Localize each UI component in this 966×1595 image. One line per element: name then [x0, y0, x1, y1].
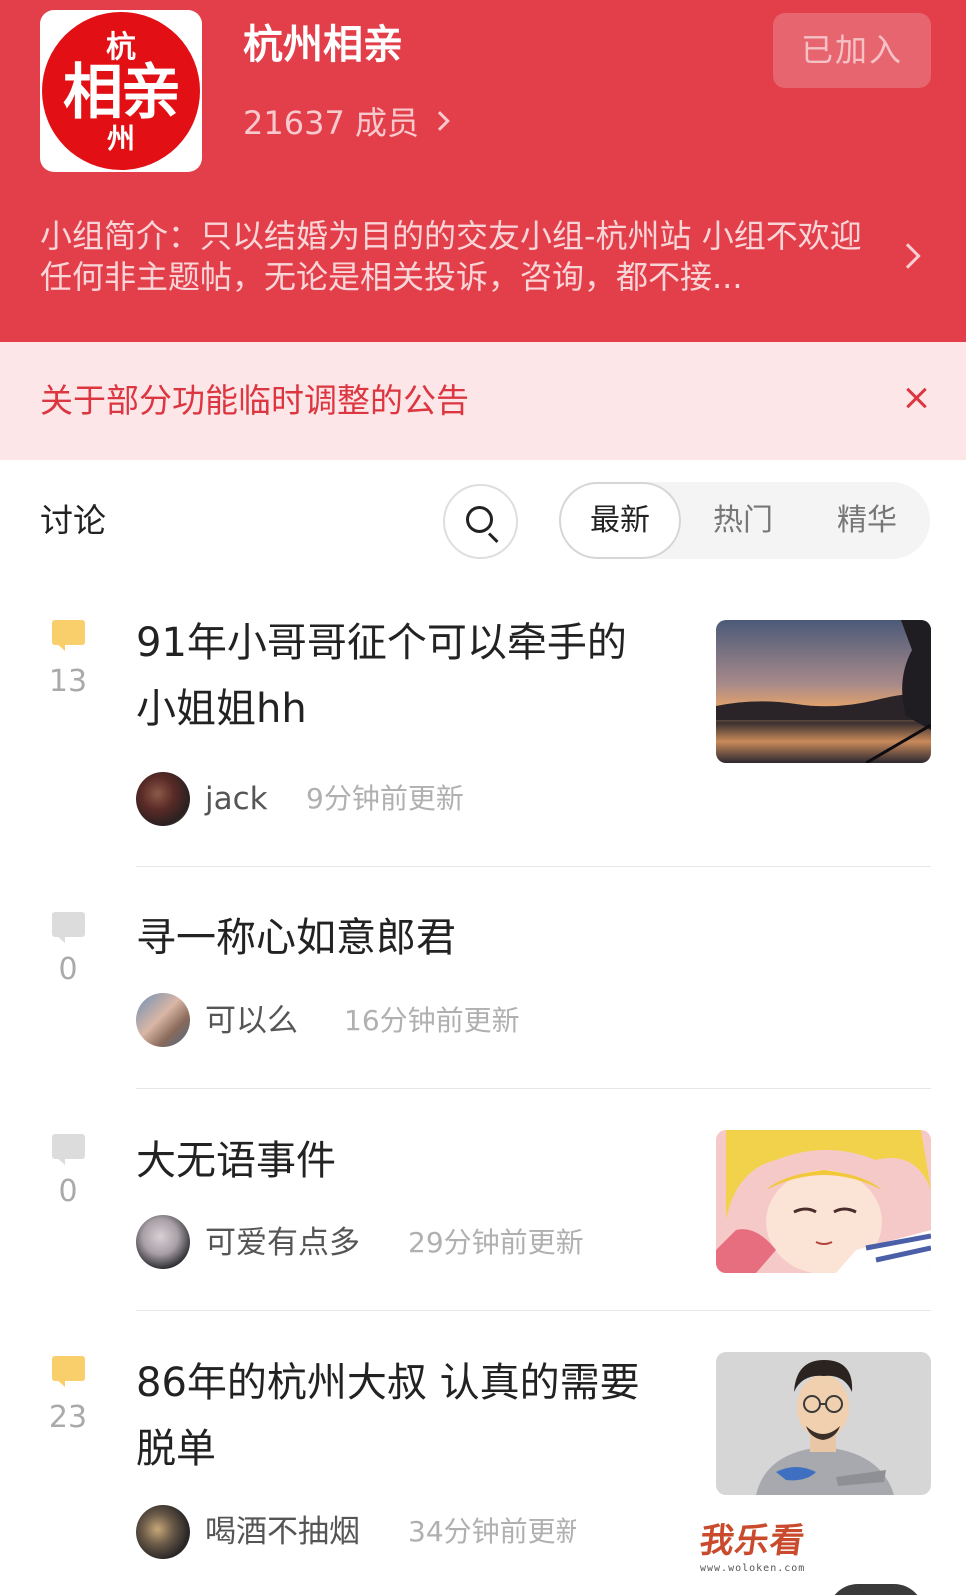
floating-button-edge[interactable] — [828, 1584, 924, 1595]
search-icon-handle — [487, 532, 499, 544]
group-name: 杭州相亲 — [243, 22, 403, 68]
anime-girl-image — [716, 1130, 931, 1273]
comment-bubble-icon — [52, 1356, 85, 1387]
post-title-line2[interactable]: 脱单 — [136, 1416, 216, 1482]
post-title[interactable]: 91年小哥哥征个可以牵手的 — [136, 610, 627, 676]
update-time: 16分钟前更新 — [344, 1004, 520, 1037]
avatar[interactable] — [136, 1215, 190, 1269]
logo-text-main: 相亲 — [63, 58, 181, 128]
watermark-text: 我乐看 — [697, 1521, 808, 1561]
post-thumbnail[interactable] — [716, 620, 931, 763]
update-time: 9分钟前更新 — [306, 782, 464, 815]
post-title[interactable]: 寻一称心如意郎君 — [136, 905, 456, 971]
sort-tabs: 最新 热门 精华 — [559, 482, 930, 559]
comment-count: 0 — [58, 952, 78, 987]
comment-bubble-icon — [52, 912, 85, 943]
avatar[interactable] — [136, 1505, 190, 1559]
comment-count: 0 — [58, 1174, 78, 1209]
avatar[interactable] — [136, 993, 190, 1047]
divider — [136, 1310, 931, 1311]
tab-featured[interactable]: 精华 — [805, 482, 929, 559]
chevron-right-icon — [430, 111, 450, 131]
avatar[interactable] — [136, 772, 190, 826]
divider — [136, 866, 931, 867]
watermark-url: www.woloken.com — [700, 1563, 806, 1574]
post-title[interactable]: 86年的杭州大叔 认真的需要 — [136, 1350, 640, 1416]
tab-hot[interactable]: 热门 — [681, 482, 805, 559]
logo-text-bottom: 州 — [106, 122, 135, 155]
author-name[interactable]: 可爱有点多 — [205, 1223, 360, 1263]
notice-text[interactable]: 关于部分功能临时调整的公告 — [40, 380, 469, 422]
post-title[interactable]: 大无语事件 — [136, 1128, 336, 1194]
tab-latest[interactable]: 最新 — [559, 482, 681, 559]
post-title-line2[interactable]: 小姐姐hh — [136, 676, 307, 742]
search-icon — [466, 506, 493, 533]
close-icon[interactable] — [904, 385, 930, 411]
group-header: 杭 相亲 州 杭州相亲 21637 成员 已加入 小组简介：只以结婚为目的的交友… — [0, 0, 966, 342]
joined-button[interactable]: 已加入 — [773, 13, 931, 88]
author-name[interactable]: jack — [205, 779, 268, 819]
intro-chevron-right-icon[interactable] — [895, 243, 921, 269]
comment-count: 23 — [48, 1400, 88, 1435]
comment-bubble-icon — [52, 1134, 85, 1165]
members-link[interactable]: 21637 成员 — [243, 100, 450, 142]
sunset-lake-photo — [716, 620, 931, 763]
man-portrait-photo — [716, 1352, 931, 1495]
comment-bubble-icon — [52, 620, 85, 651]
group-logo[interactable]: 杭 相亲 州 — [40, 10, 202, 172]
update-time: 34分钟前更新 — [408, 1515, 576, 1548]
search-button[interactable] — [443, 484, 518, 559]
post-thumbnail[interactable] — [716, 1352, 931, 1495]
logo-circle: 杭 相亲 州 — [42, 12, 200, 170]
author-name[interactable]: 可以么 — [205, 1001, 298, 1041]
comment-count: 13 — [48, 664, 88, 699]
notice-banner[interactable]: 关于部分功能临时调整的公告 — [0, 342, 966, 460]
members-count: 21637 成员 — [243, 104, 419, 142]
watermark-logo: 我乐看 www.woloken.com — [697, 1520, 830, 1582]
author-name[interactable]: 喝酒不抽烟 — [205, 1512, 360, 1552]
group-intro[interactable]: 小组简介：只以结婚为目的的交友小组-杭州站 小组不欢迎任何非主题帖，无论是相关投… — [40, 216, 890, 298]
discussion-title: 讨论 — [40, 501, 106, 540]
divider — [136, 1088, 931, 1089]
update-time: 29分钟前更新 — [408, 1226, 584, 1259]
post-thumbnail[interactable] — [716, 1130, 931, 1273]
